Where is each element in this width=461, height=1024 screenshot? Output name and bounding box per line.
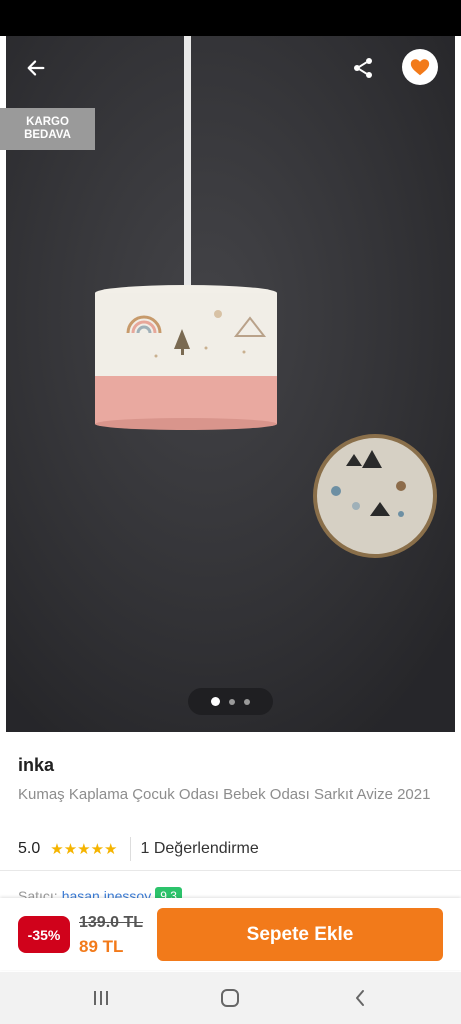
heart-icon (410, 59, 430, 76)
status-bar (0, 0, 461, 36)
free-shipping-badge: KARGO BEDAVA (0, 108, 95, 150)
product-title: Kumaş Kaplama Çocuk Odası Bebek Odası Sa… (18, 786, 431, 803)
rating-row[interactable]: 5.0 ★★★★★ 1 Değerlendirme (18, 837, 259, 861)
back-button[interactable] (18, 50, 54, 86)
share-icon (354, 58, 372, 78)
discount-badge: -35% (18, 916, 70, 953)
pager-dot[interactable] (229, 698, 235, 705)
system-nav-bar (0, 972, 461, 1024)
system-back-button[interactable] (340, 982, 380, 1014)
add-to-cart-button[interactable]: Sepete Ekle (157, 908, 443, 961)
share-button[interactable] (345, 50, 381, 86)
home-button[interactable] (210, 982, 250, 1014)
star-rating-icon: ★★★★★ (50, 841, 118, 858)
arrow-left-icon (27, 60, 45, 76)
favorite-button[interactable] (402, 49, 438, 85)
chevron-left-icon (356, 990, 364, 1006)
recent-apps-icon (94, 991, 108, 1005)
free-shipping-line2: BEDAVA (24, 129, 71, 141)
image-pager[interactable] (188, 688, 273, 715)
recent-apps-button[interactable] (81, 982, 121, 1014)
pager-dot-active[interactable] (211, 697, 220, 706)
section-divider (0, 870, 461, 871)
rating-divider (129, 837, 131, 861)
home-icon (221, 989, 239, 1007)
pager-dot[interactable] (244, 698, 250, 705)
rating-value: 5.0 (18, 840, 41, 857)
free-shipping-line1: KARGO (26, 116, 69, 128)
current-price: 89 TL (79, 937, 124, 956)
old-price: 139.0 TL (79, 914, 144, 931)
brand-name[interactable]: inka (18, 755, 54, 776)
review-count[interactable]: 1 Değerlendirme (141, 840, 259, 858)
